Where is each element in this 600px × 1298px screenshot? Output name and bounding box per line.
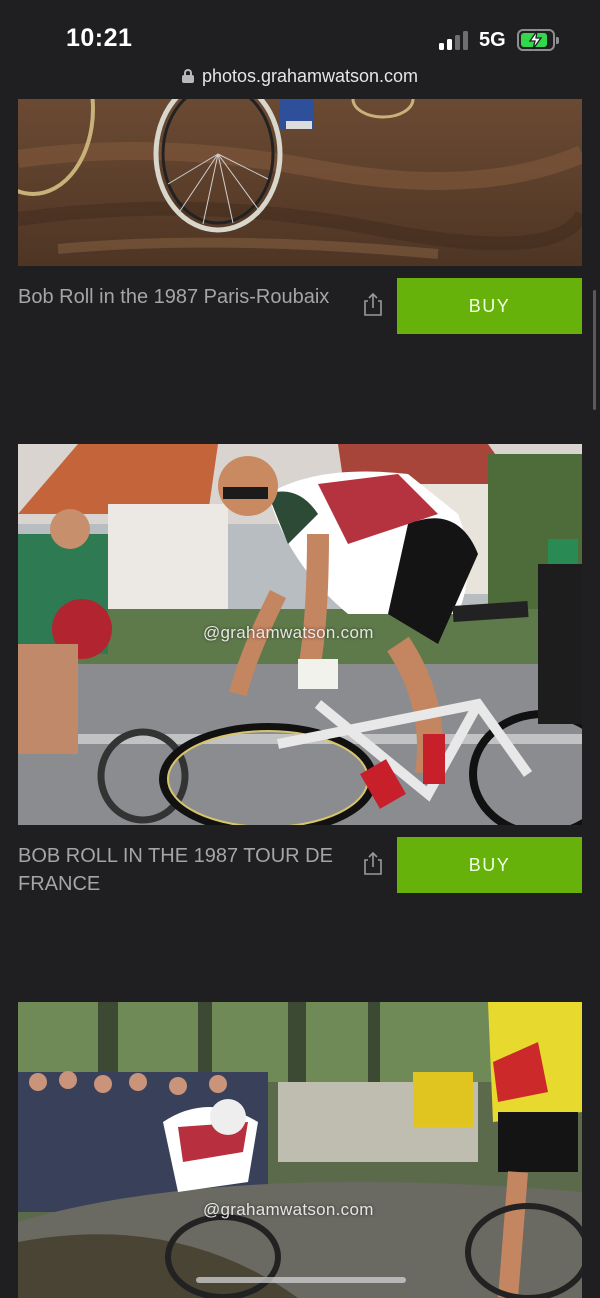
- address-bar[interactable]: photos.grahamwatson.com: [0, 62, 600, 90]
- lock-icon: [181, 69, 194, 83]
- photo-image: [18, 99, 582, 266]
- photo-image: [18, 1002, 582, 1298]
- photo-paris-roubaix-peloton[interactable]: @grahamwatson.com: [18, 1002, 582, 1298]
- network-type: 5G: [479, 29, 506, 51]
- photo-paris-roubaix[interactable]: [18, 99, 582, 266]
- buy-button[interactable]: BUY: [397, 837, 582, 893]
- home-indicator[interactable]: [196, 1277, 406, 1283]
- share-icon[interactable]: [362, 851, 384, 875]
- photo-caption: BOB ROLL IN THE 1987 TOUR DE FRANCE: [18, 845, 333, 895]
- scrollbar[interactable]: [593, 290, 596, 410]
- charging-bolt-icon: [528, 30, 543, 50]
- status-bar: 10:21 5G: [0, 0, 600, 62]
- watermark: @grahamwatson.com: [203, 1200, 374, 1219]
- battery-icon: [517, 29, 559, 51]
- buy-button[interactable]: BUY: [397, 278, 582, 334]
- share-icon[interactable]: [362, 292, 384, 316]
- photo-tour-de-france[interactable]: @grahamwatson.com: [18, 444, 582, 825]
- watermark: @grahamwatson.com: [203, 623, 374, 642]
- photo-caption: Bob Roll in the 1987 Paris-Roubaix: [18, 286, 330, 308]
- url-text: photos.grahamwatson.com: [201, 65, 419, 86]
- signal-icon: [439, 30, 469, 50]
- status-time: 10:21: [66, 24, 133, 52]
